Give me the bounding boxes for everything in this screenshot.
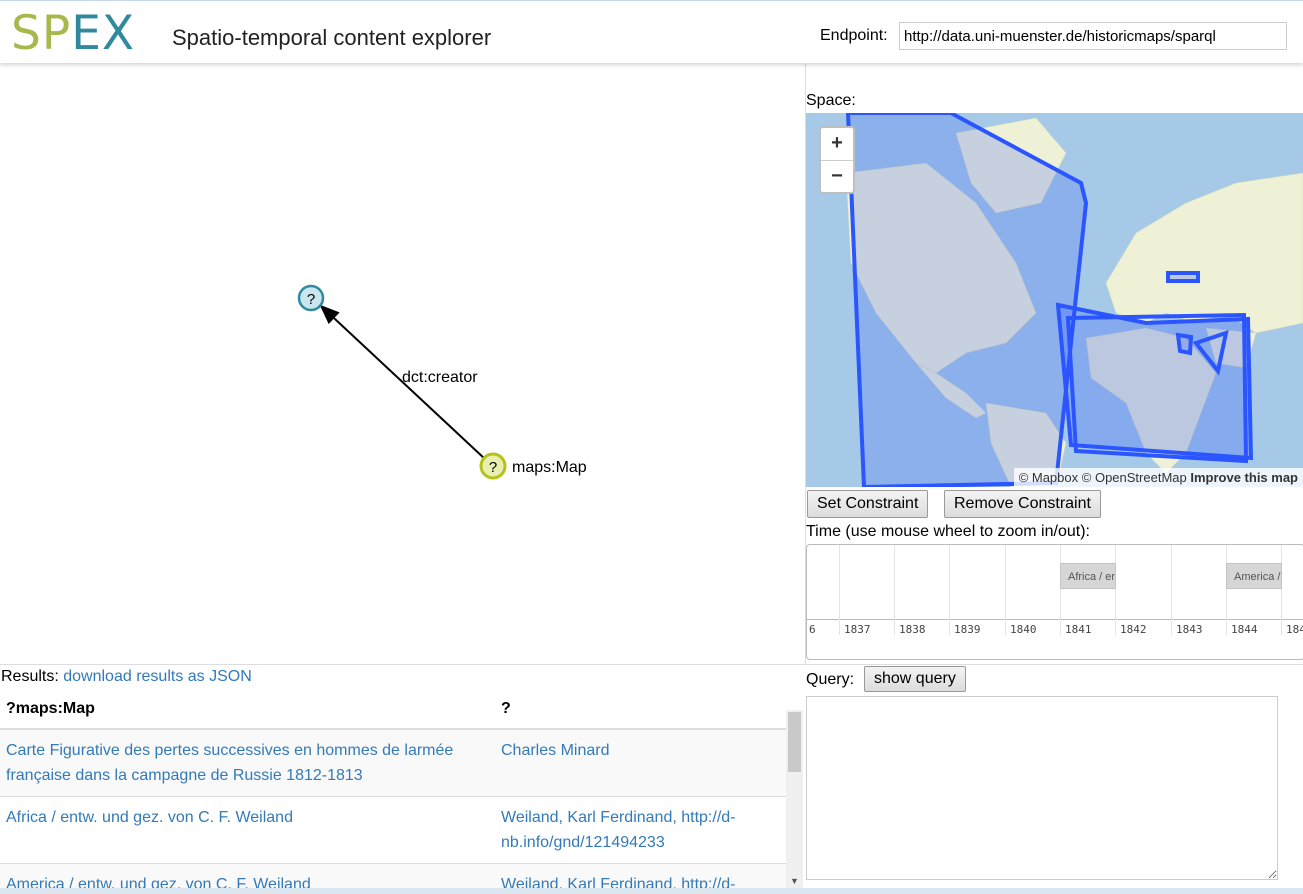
timeline-tick: 184 [1286, 623, 1303, 636]
results-label: Results: [1, 668, 59, 685]
timeline-tick: 1841 [1065, 623, 1092, 636]
scroll-down-arrow-icon[interactable]: ▼ [786, 876, 803, 888]
timeline-axis [807, 619, 1303, 620]
timeline-tick: 1843 [1176, 623, 1203, 636]
space-label: Space: [806, 92, 856, 109]
app-title: Spatio-temporal content explorer [172, 25, 492, 50]
timeline-tick: 1837 [844, 623, 871, 636]
download-json-link[interactable]: download results as JSON [63, 668, 252, 685]
osm-link[interactable]: © OpenStreetMap [1082, 470, 1187, 485]
timeline[interactable]: 6 1837 1838 1839 1840 1841 1842 1843 184… [806, 544, 1303, 660]
query-label: Query: [806, 671, 855, 688]
result-map-link[interactable]: Carte Figurative des pertes successives … [6, 742, 453, 784]
column-header-creator[interactable]: ? [495, 690, 786, 730]
mapbox-link[interactable]: © Mapbox [1019, 470, 1078, 485]
timeline-gridline [839, 545, 840, 635]
world-map-svg[interactable] [806, 113, 1303, 487]
timeline-tick: 1844 [1231, 623, 1258, 636]
timeline-gridline [949, 545, 950, 635]
endpoint-input[interactable] [899, 22, 1287, 50]
show-query-button[interactable]: show query [864, 666, 966, 692]
node-map-label: maps:Map [512, 459, 587, 476]
node-unknown[interactable]: ? [297, 284, 325, 312]
timeline-gridline [1115, 545, 1116, 635]
zoom-control: + − [819, 126, 855, 194]
map-view[interactable]: + − © Mapbox © OpenStreetMap Improve thi… [806, 113, 1303, 487]
timeline-tick: 1842 [1120, 623, 1147, 636]
node-maps-map[interactable]: ? maps:Map [479, 452, 587, 480]
logo-sp: SP [11, 6, 72, 61]
bbox-africa-1[interactable] [1055, 302, 1254, 461]
bottom-bar [0, 888, 1303, 894]
node-unknown-label: ? [307, 291, 315, 308]
table-row: Carte Figurative des pertes successives … [0, 728, 786, 797]
results-header: Results: download results as JSON [1, 668, 252, 686]
column-header-map[interactable]: ?maps:Map [0, 690, 495, 730]
timeline-gridline [1171, 545, 1172, 635]
header: SPEX Spatio-temporal content explorer En… [0, 0, 1303, 63]
map-attribution: © Mapbox © OpenStreetMap Improve this ma… [1013, 468, 1303, 487]
table-row: Africa / entw. und gez. von C. F. Weilan… [0, 796, 786, 864]
bbox-russia[interactable] [1166, 271, 1200, 283]
timeline-tick: 6 [809, 623, 816, 636]
logo-ex: EX [71, 6, 136, 61]
spex-logo: SPEX [11, 4, 135, 64]
results-table: ?maps:Map ? Carte Figurative des pertes … [0, 690, 786, 894]
timeline-item-america[interactable]: America / entw. [1226, 563, 1282, 589]
scrollbar-thumb[interactable] [788, 712, 801, 772]
timeline-gridline [1281, 545, 1282, 635]
zoom-in-button[interactable]: + [821, 128, 853, 161]
timeline-gridline [894, 545, 895, 635]
result-map-link[interactable]: Africa / entw. und gez. von C. F. Weilan… [6, 809, 293, 826]
results-table-container: ?maps:Map ? Carte Figurative des pertes … [0, 690, 786, 894]
query-textarea[interactable] [806, 696, 1278, 880]
timeline-gridline [1005, 545, 1006, 635]
bbox-america[interactable] [845, 113, 1089, 487]
query-graph-svg[interactable]: dct:creator ? ? maps:Map [0, 64, 805, 664]
timeline-tick: 1839 [954, 623, 981, 636]
table-header-row: ?maps:Map ? [0, 690, 786, 730]
timeline-gridline [1226, 545, 1227, 635]
result-creator-link[interactable]: Weiland, Karl Ferdinand, http://d-nb.inf… [501, 809, 736, 851]
remove-constraint-button[interactable]: Remove Constraint [944, 490, 1101, 518]
timeline-tick: 1840 [1010, 623, 1037, 636]
time-label: Time (use mouse wheel to zoom in/out): [806, 523, 1090, 540]
zoom-out-button[interactable]: − [821, 161, 853, 193]
europe-asia-shape [1105, 172, 1303, 334]
bbox-middle-east[interactable] [1175, 332, 1194, 356]
result-creator-link[interactable]: Charles Minard [501, 742, 609, 759]
timeline-gridline [1060, 545, 1061, 635]
endpoint-label: Endpoint: [820, 27, 888, 44]
timeline-item-africa[interactable]: Africa / entw. [1060, 563, 1116, 589]
timeline-tick: 1838 [899, 623, 926, 636]
edge-label: dct:creator [402, 369, 478, 386]
query-graph-canvas[interactable]: dct:creator ? ? maps:Map [0, 64, 805, 664]
set-constraint-button[interactable]: Set Constraint [807, 490, 929, 518]
improve-map-link[interactable]: Improve this map [1190, 470, 1298, 485]
horizontal-divider [0, 664, 1303, 665]
results-scrollbar[interactable]: ▼ [786, 710, 803, 888]
node-map-marker: ? [489, 459, 497, 476]
